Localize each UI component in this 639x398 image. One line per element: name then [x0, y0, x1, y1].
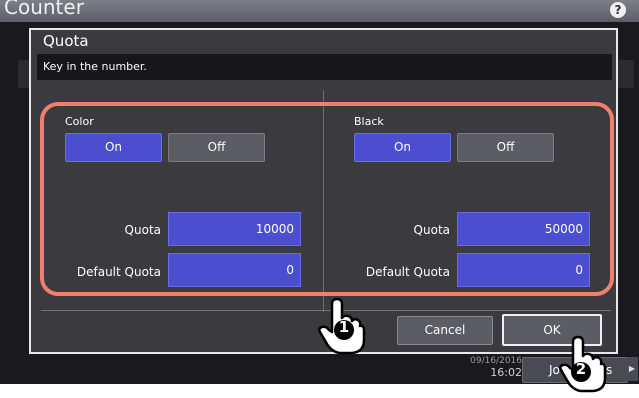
step-1-number: 1 [338, 318, 350, 336]
app-title: Counter [4, 0, 84, 19]
title-bar [0, 0, 639, 22]
step-2-number: 2 [575, 360, 587, 378]
status-clock: 09/16/2016 16:02 [468, 355, 522, 379]
hand-pointer-icon-step-1: 1 [316, 296, 368, 356]
arrow-right-icon[interactable]: ▶ [626, 357, 638, 381]
highlight-frame [40, 102, 614, 296]
help-icon[interactable]: ? [610, 2, 626, 18]
status-time: 16:02 [490, 366, 522, 379]
message-bar: Key in the number. [37, 54, 612, 80]
dialog-title: Quota [43, 32, 89, 50]
cancel-button[interactable]: Cancel [397, 316, 493, 345]
message-text: Key in the number. [43, 60, 147, 73]
background-panel-right [618, 60, 634, 88]
hand-pointer-icon-step-2: 2 [557, 334, 609, 394]
